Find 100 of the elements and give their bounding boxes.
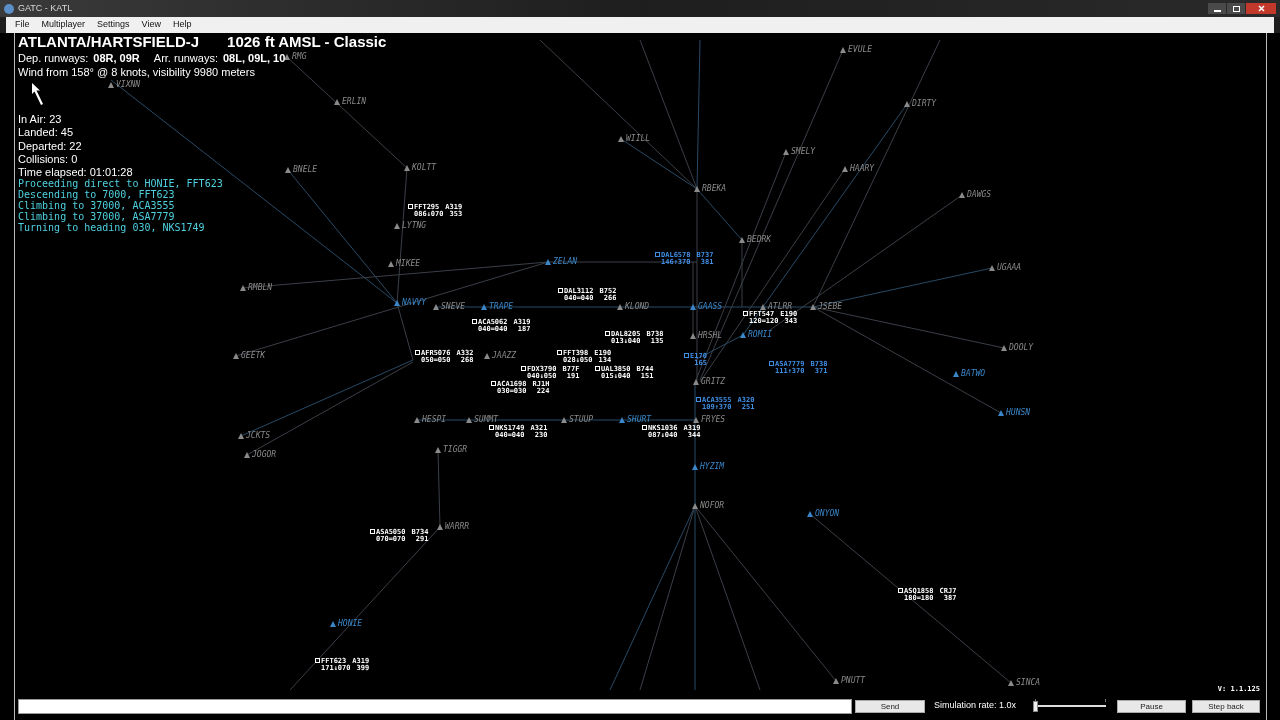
waypoint-label: JAAZZ (492, 351, 517, 360)
waypoint-label: VIXNN (116, 80, 141, 89)
waypoint-icon[interactable] (108, 81, 114, 88)
window-title: GATC - KATL (18, 1, 73, 15)
stat-line: Collisions: 0 (18, 152, 78, 167)
waypoint-label: WIILL (626, 134, 651, 143)
waypoint-label: LYTNG (402, 221, 427, 230)
waypoint-label: GEETK (241, 351, 266, 360)
airport-name: ATLANTA/HARTSFIELD-J (18, 33, 200, 51)
close-icon[interactable] (1246, 3, 1276, 14)
waypoint-label: EVULE (848, 45, 873, 54)
waypoint-icon[interactable] (394, 222, 400, 229)
waypoint-icon[interactable] (692, 502, 698, 509)
waypoint-label: SNEVE (441, 302, 466, 311)
waypoint-icon[interactable] (959, 191, 965, 198)
waypoint-icon[interactable] (693, 416, 699, 423)
waypoint-icon[interactable] (233, 352, 239, 359)
waypoint-icon[interactable] (240, 284, 246, 291)
waypoint-icon[interactable] (437, 523, 443, 530)
waypoint-label: PNUTT (841, 676, 866, 685)
waypoint-label: RMG (292, 52, 307, 61)
menu-item[interactable]: Settings (97, 18, 130, 32)
waypoint-icon[interactable] (617, 303, 623, 310)
minimize-icon[interactable] (1208, 3, 1226, 14)
waypoint-icon[interactable] (1001, 344, 1007, 351)
waypoint-icon[interactable] (783, 148, 789, 155)
waypoint-icon[interactable] (284, 53, 290, 60)
waypoint-label: ERLIN (342, 97, 367, 106)
waypoint-icon[interactable] (690, 332, 696, 339)
send-button[interactable]: Send (854, 699, 925, 713)
waypoint-icon[interactable] (842, 165, 848, 172)
arrival-runways: 08L, 09L, 10 (223, 51, 286, 65)
waypoint-label: MIKEE (396, 259, 421, 268)
waypoint-icon[interactable] (484, 352, 490, 359)
waypoint-icon[interactable] (833, 677, 839, 684)
rate-slider[interactable] (1033, 699, 1106, 713)
menu-item[interactable]: View (141, 18, 161, 32)
waypoint-icon[interactable] (618, 135, 624, 142)
departure-runways: 08R, 09R (93, 51, 140, 65)
waypoint-icon[interactable] (238, 432, 244, 439)
waypoint-label: SHURT (627, 415, 652, 424)
aircraft-icon[interactable] (655, 252, 660, 257)
command-input[interactable] (18, 698, 852, 714)
waypoint-icon[interactable] (1008, 679, 1014, 686)
waypoint-icon[interactable] (989, 264, 995, 271)
waypoint-label: HAARY (850, 164, 875, 173)
waypoint-icon[interactable] (810, 303, 816, 310)
waypoint-label: BEDRK (747, 235, 772, 244)
maximize-icon[interactable] (1227, 3, 1245, 14)
pause-button[interactable]: Pause (1117, 699, 1186, 713)
waypoint-label: JOGOR (252, 450, 277, 459)
menu-item[interactable]: File (15, 18, 30, 32)
waypoint-icon[interactable] (244, 451, 250, 458)
stat-line: Landed: 45 (18, 126, 74, 140)
waypoint-label: HONIE (338, 619, 363, 628)
waypoint-label: TIGGR (443, 445, 468, 454)
menu-item[interactable]: Help (172, 18, 192, 32)
aircraft-icon[interactable] (684, 353, 689, 358)
waypoint-label: ZELAN (553, 257, 578, 266)
waypoint-icon[interactable] (739, 236, 745, 243)
stat-line: Departed: 22 (18, 139, 82, 153)
waypoint-label: SINCA (1016, 678, 1041, 687)
waypoint-label: BNELE (293, 165, 318, 174)
waypoint-icon[interactable] (466, 416, 472, 423)
waypoint-icon[interactable] (840, 46, 846, 53)
waypoint-label: HRSHL (698, 331, 723, 340)
waypoint-icon[interactable] (435, 446, 441, 453)
step-back-button[interactable]: Step back (1192, 699, 1260, 713)
elevation-label: 1026 ft AMSL - Classic (227, 33, 387, 51)
menu-item[interactable]: Multiplayer (41, 18, 86, 32)
waypoint-label: JSEBE (818, 302, 843, 311)
aircraft-icon[interactable] (769, 361, 774, 366)
waypoint-icon[interactable] (760, 303, 766, 310)
waypoint-icon[interactable] (334, 98, 340, 105)
waypoint-label: FRYES (701, 415, 726, 424)
message-line: Descending to 7000, FFT623 (18, 190, 175, 202)
waypoint-label: RBEKA (702, 184, 727, 193)
waypoint-icon[interactable] (433, 303, 439, 310)
waypoint-icon[interactable] (285, 166, 291, 173)
waypoint-label: JCKTS (246, 431, 271, 440)
waypoint-label: DOOLY (1009, 343, 1034, 352)
waypoint-icon[interactable] (388, 260, 394, 267)
waypoint-icon[interactable] (404, 164, 410, 171)
app-icon (4, 3, 14, 14)
waypoint-label: DAWGS (967, 190, 992, 199)
slider-thumb[interactable] (1033, 700, 1038, 712)
waypoint-label: SMELY (791, 147, 816, 156)
waypoint-label: STUUP (569, 415, 594, 424)
waypoint-icon[interactable] (694, 185, 700, 192)
waypoint-label: ATLRR (768, 302, 793, 311)
waypoint-icon[interactable] (561, 416, 567, 423)
aircraft-icon[interactable] (696, 397, 701, 402)
waypoint-icon[interactable] (414, 416, 420, 423)
waypoint-icon[interactable] (904, 100, 910, 107)
waypoint-label: BATWO (961, 369, 986, 378)
waypoint-icon[interactable] (693, 378, 699, 385)
waypoint-label: HYZIM (700, 462, 725, 471)
waypoint-label: RMBLN (248, 283, 273, 292)
waypoint-label: DIRTY (912, 99, 937, 108)
waypoint-label: ROMII (748, 330, 773, 339)
